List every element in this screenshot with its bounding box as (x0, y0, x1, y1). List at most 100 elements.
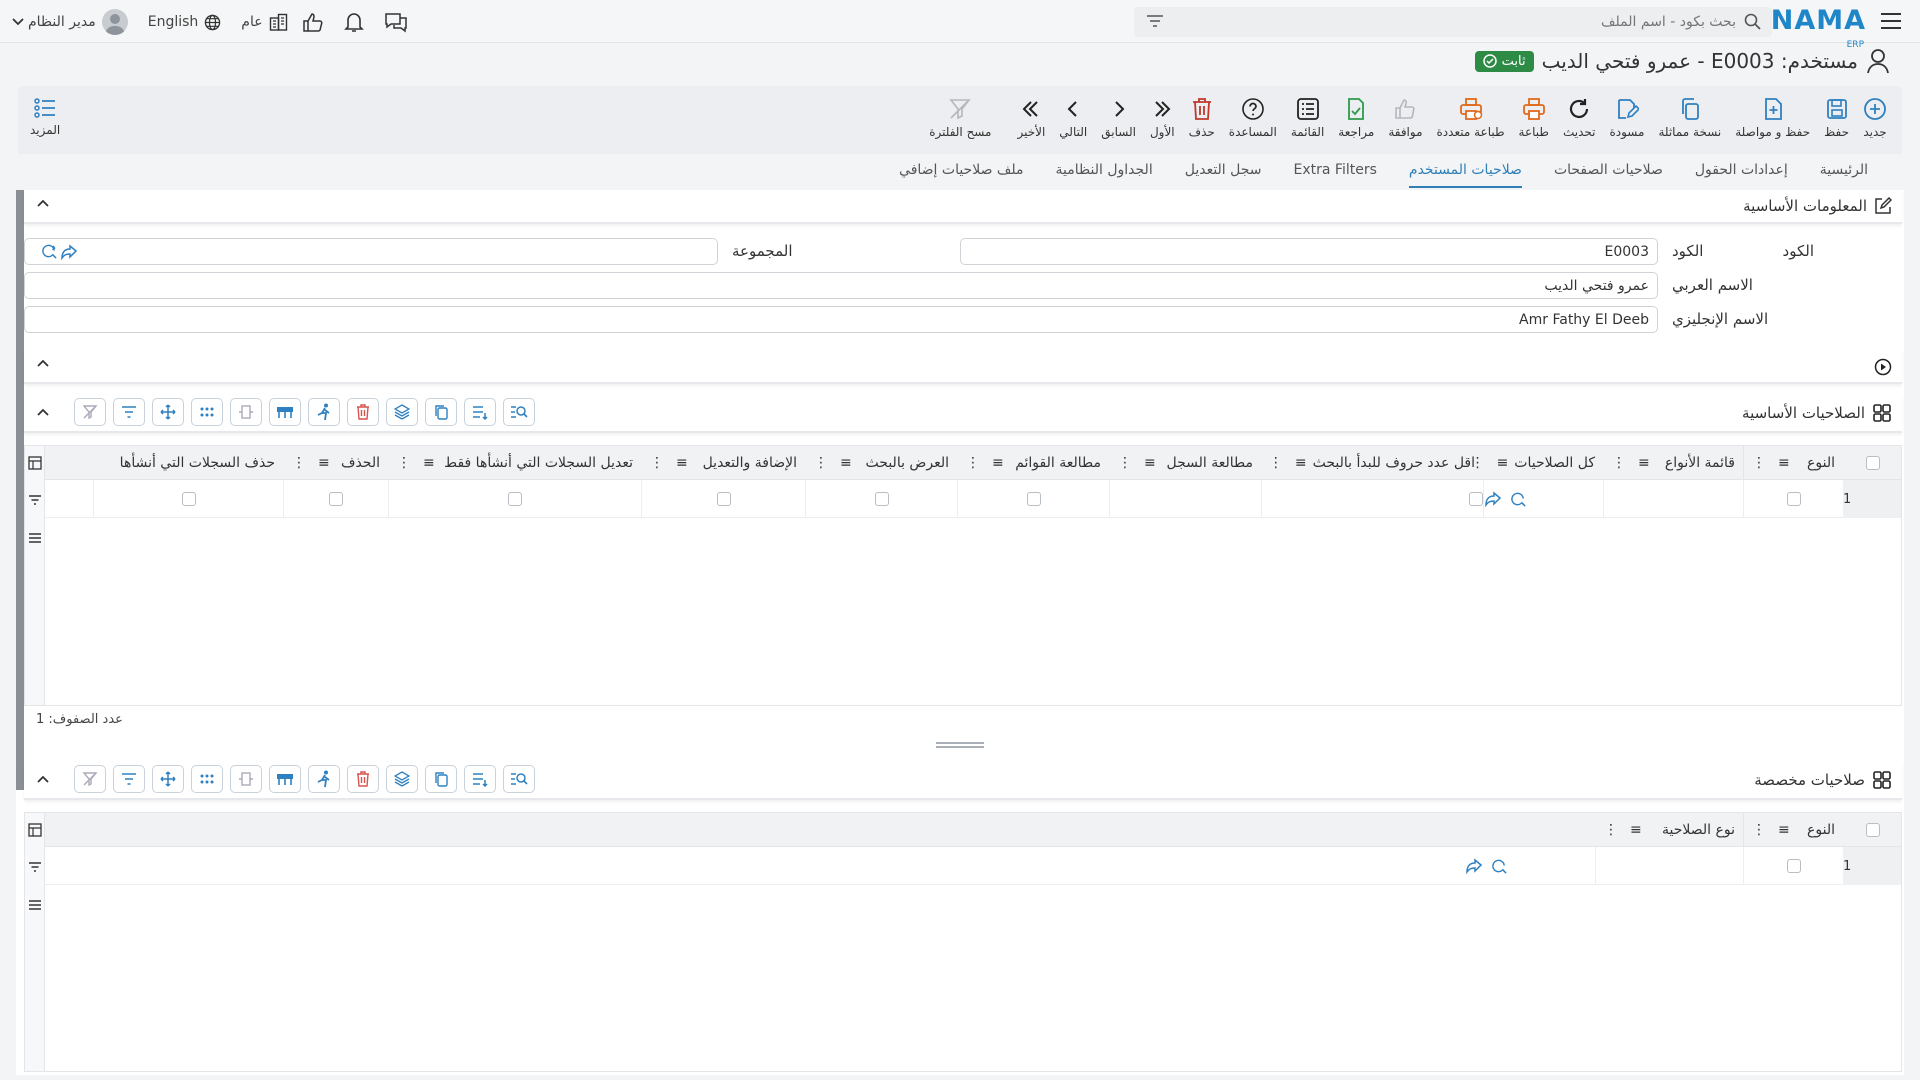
select-all-checkbox[interactable] (1865, 823, 1880, 837)
search-refresh-icon[interactable] (41, 243, 58, 260)
grid-search-button[interactable] (503, 398, 535, 426)
draft-button[interactable]: مسودة (1602, 96, 1651, 139)
grid-copy-button[interactable] (425, 765, 457, 793)
tab-page-permissions[interactable]: صلاحيات الصفحات (1538, 154, 1679, 190)
view-lists-checkbox[interactable] (874, 492, 889, 506)
menu-icon[interactable] (28, 532, 42, 544)
col-type[interactable]: النوع ≡ ⋮ (1743, 446, 1843, 480)
multi-print-button[interactable]: طباعة متعددة (1430, 96, 1512, 139)
bell-icon[interactable] (343, 11, 364, 33)
share-icon[interactable] (60, 243, 78, 260)
grid-layers-button[interactable] (386, 398, 418, 426)
tab-system-tables[interactable]: الجداول النظامية (1040, 154, 1169, 190)
grid-move-button[interactable] (152, 398, 184, 426)
col-edit-own[interactable]: تعديل السجلات التي أنشأها فقط ≡ ⋮ (388, 446, 641, 480)
select-all-checkbox[interactable] (1865, 456, 1880, 470)
group-field[interactable] (24, 238, 718, 265)
more-button[interactable]: المزيد (30, 96, 60, 137)
grid-search-button[interactable] (503, 765, 535, 793)
grid-layers-button[interactable] (386, 765, 418, 793)
user-menu[interactable]: مدير النظام (28, 9, 128, 35)
cell-search-view[interactable] (641, 480, 805, 518)
col-delete-own[interactable]: حذف السجلات التي أنشأها (93, 446, 283, 480)
menu-icon[interactable] (28, 899, 42, 911)
search-view-checkbox[interactable] (716, 492, 731, 506)
filter-icon[interactable] (28, 861, 42, 873)
tab-extra-filters[interactable]: Extra Filters (1278, 154, 1393, 190)
play-circle-icon[interactable] (1874, 358, 1892, 376)
cell-all-permissions[interactable] (1261, 480, 1483, 518)
list-button[interactable]: القائمة (1284, 96, 1331, 139)
language-switch[interactable]: English (148, 14, 222, 31)
col-delete[interactable]: الحذف ≡ ⋮ (283, 446, 388, 480)
grid-fit-button[interactable] (230, 765, 262, 793)
review-button[interactable]: مراجعة (1331, 96, 1381, 139)
previous-button[interactable]: السابق (1094, 96, 1143, 139)
all-permissions-checkbox[interactable] (1469, 492, 1483, 506)
tab-field-settings[interactable]: إعدادات الحقول (1679, 154, 1804, 190)
cell-add-edit[interactable] (388, 480, 641, 518)
refresh-button[interactable]: تحديث (1556, 96, 1603, 139)
view-record-checkbox[interactable] (1026, 492, 1041, 506)
cell-view-lists[interactable] (805, 480, 957, 518)
grid-table-button[interactable] (269, 765, 301, 793)
table-row[interactable]: 1 (45, 480, 1901, 518)
grid-run-button[interactable] (308, 765, 340, 793)
col-permission-type[interactable]: نوع الصلاحية ≡ ⋮ (1595, 813, 1743, 847)
grid-dots-button[interactable] (191, 765, 223, 793)
save-button[interactable]: حفظ (1817, 96, 1856, 139)
grid-run-button[interactable] (308, 398, 340, 426)
section-splitter[interactable] (936, 742, 984, 748)
delete-checkbox[interactable] (181, 492, 196, 506)
approve-button[interactable]: موافقة (1381, 96, 1429, 139)
columns-icon[interactable] (28, 823, 42, 837)
grid-clear-filter-button[interactable] (74, 765, 106, 793)
chevron-up-icon[interactable] (36, 407, 50, 417)
chat-icon[interactable] (384, 11, 408, 33)
cell-view-record[interactable] (957, 480, 1109, 518)
grid-table-button[interactable] (269, 398, 301, 426)
share-icon[interactable] (1465, 858, 1483, 874)
grid-sort-button[interactable] (464, 398, 496, 426)
grid-clear-filter-button[interactable] (74, 398, 106, 426)
thumbs-up-icon[interactable] (302, 12, 324, 32)
search-icon[interactable] (1744, 13, 1762, 31)
col-view-lists[interactable]: مطالعة القوائم ≡ ⋮ (957, 446, 1109, 480)
branch-switch[interactable]: عام (241, 13, 287, 31)
search-input[interactable] (1176, 14, 1736, 30)
columns-icon[interactable] (28, 456, 42, 470)
col-type[interactable]: النوع ≡ ⋮ (1743, 813, 1843, 847)
english-name-field[interactable]: Amr Fathy El Deeb (24, 306, 1658, 333)
filter-icon[interactable] (28, 494, 42, 506)
search-refresh-icon[interactable] (1510, 491, 1527, 508)
col-view-record[interactable]: مطالعة السجل ≡ ⋮ (1109, 446, 1261, 480)
first-button[interactable]: الأول (1143, 96, 1182, 139)
col-min-chars[interactable]: اقل عدد حروف للبدأ بالبحث ≡ ⋮ (1261, 446, 1483, 480)
grid-dots-button[interactable] (191, 398, 223, 426)
grid-filter-button[interactable] (113, 398, 145, 426)
grid-filter-button[interactable] (113, 765, 145, 793)
chevron-up-icon[interactable] (36, 198, 50, 208)
table-row[interactable]: 1 (45, 847, 1901, 885)
save-continue-button[interactable]: حفظ و مواصلة (1728, 96, 1817, 139)
cell-edit-own[interactable] (283, 480, 388, 518)
row-checkbox[interactable] (1786, 859, 1801, 873)
print-button[interactable]: طباعة (1512, 96, 1556, 139)
last-button[interactable]: الأخير (1010, 96, 1052, 139)
add-edit-checkbox[interactable] (508, 492, 522, 506)
tab-audit-log[interactable]: سجل التعديل (1169, 154, 1278, 190)
tab-user-permissions[interactable]: صلاحيات المستخدم (1393, 154, 1538, 190)
grid-delete-button[interactable] (347, 398, 379, 426)
row-checkbox[interactable] (1786, 492, 1801, 506)
grid-fit-button[interactable] (230, 398, 262, 426)
cell-type[interactable] (1595, 847, 1743, 885)
grid-sort-button[interactable] (464, 765, 496, 793)
delete-button[interactable]: حذف (1182, 96, 1222, 139)
search-refresh-icon[interactable] (1491, 858, 1508, 875)
share-icon[interactable] (1484, 491, 1502, 507)
tab-main[interactable]: الرئيسية (1804, 154, 1884, 190)
next-button[interactable]: التالي (1052, 96, 1094, 139)
grid-copy-button[interactable] (425, 398, 457, 426)
code-field[interactable]: E0003 (960, 238, 1658, 265)
cell-delete[interactable] (93, 480, 283, 518)
